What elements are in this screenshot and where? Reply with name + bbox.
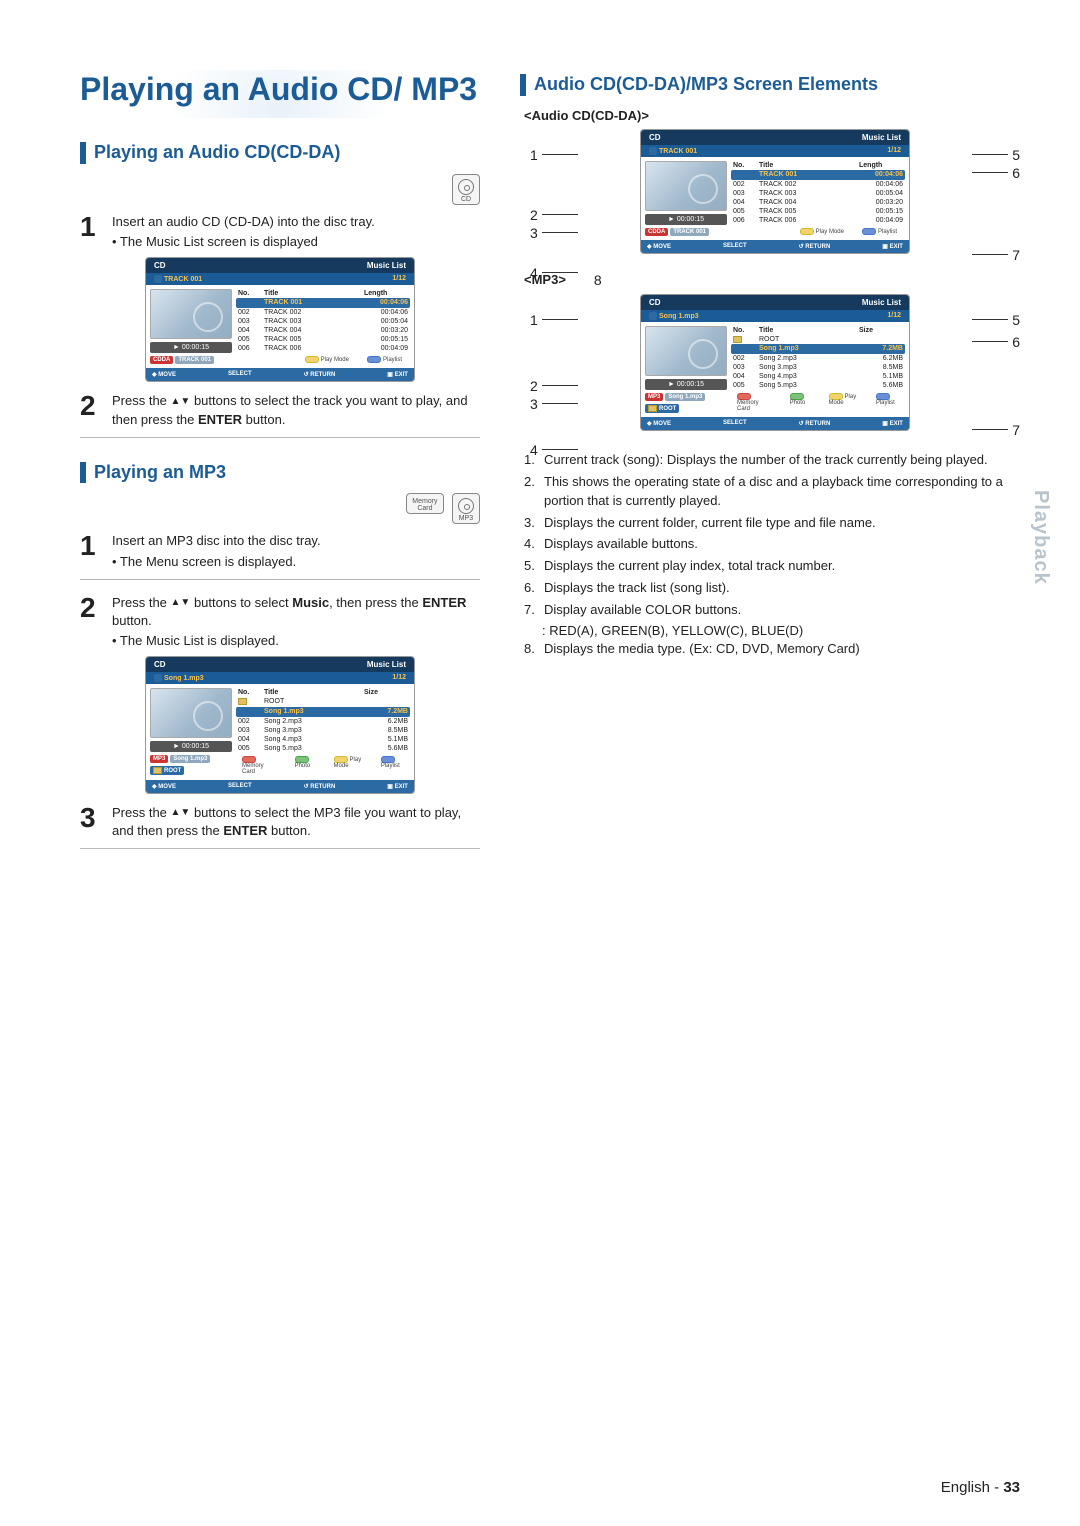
- type-tag: MP3: [150, 755, 168, 763]
- step-text: Insert an MP3 disc into the disc tray.: [112, 532, 321, 550]
- anno-num: 7: [1012, 247, 1020, 263]
- play-time: ► 00:00:15: [150, 342, 232, 353]
- anno-num: 6: [1012, 165, 1020, 181]
- anno-num: 8: [594, 272, 602, 288]
- step-number: 2: [80, 392, 102, 428]
- step-number: 2: [80, 594, 102, 651]
- section-heading-cdda: Playing an Audio CD(CD-DA): [80, 142, 480, 164]
- panel-header-left: CD: [154, 261, 166, 270]
- anno-num: 1: [530, 147, 538, 163]
- anno-num: 4: [530, 265, 538, 281]
- step-text: Insert an audio CD (CD-DA) into the disc…: [112, 213, 375, 231]
- list-item[interactable]: 004TRACK 00400:03:20: [238, 326, 408, 335]
- track-tag: TRACK 001: [175, 356, 214, 364]
- section-heading-elements: Audio CD(CD-DA)/MP3 Screen Elements: [520, 74, 1030, 96]
- list-item[interactable]: Song 1.mp37.2MB: [236, 707, 410, 717]
- panel-header-left: CD: [154, 660, 166, 669]
- music-list-panel-mp3: CD Music List Song 1.mp3 1/12 ► 00:00:15…: [145, 656, 415, 793]
- music-list-panel-cd: CD Music List TRACK 001 1/12 ► 00:00:15 …: [145, 257, 415, 382]
- list-item[interactable]: ROOT: [238, 697, 408, 706]
- anno-num: 3: [530, 225, 538, 241]
- foot-return: ↺ RETURN: [304, 371, 336, 378]
- list-item[interactable]: 006TRACK 00600:04:09: [238, 344, 408, 353]
- subheading-audio-cd: <Audio CD(CD-DA)>: [524, 108, 1030, 123]
- anno-num: 2: [530, 207, 538, 223]
- album-thumb: [150, 688, 232, 738]
- divider: [80, 437, 480, 438]
- element-descriptions: 1.Current track (song): Displays the num…: [520, 451, 1030, 620]
- list-item[interactable]: 003Song 3.mp38.5MB: [238, 726, 408, 735]
- memory-card-icon: Memory Card: [406, 493, 443, 514]
- track-tag: Song 1.mp3: [170, 755, 210, 763]
- annotated-panel-mp3: 1 2 3 4 5 6 7 CDMusic List Song 1.mp31/1…: [520, 294, 1030, 431]
- note-icon: [154, 275, 162, 283]
- step-sub: • The Menu screen is displayed.: [112, 553, 321, 571]
- root-tag: ROOT: [150, 766, 184, 775]
- disc-icon: MP3: [452, 493, 480, 524]
- type-tag: CDDA: [150, 356, 173, 364]
- panel-header-right: Music List: [367, 261, 406, 270]
- step-sub: • The Music List is displayed.: [112, 632, 480, 650]
- section-heading-mp3: Playing an MP3: [80, 462, 480, 484]
- play-time: ► 00:00:15: [150, 741, 232, 752]
- list-item[interactable]: 002TRACK 00200:04:06: [238, 308, 408, 317]
- list-item[interactable]: 003TRACK 00300:05:04: [238, 317, 408, 326]
- step-text: Press the ▲▼ buttons to select the track…: [112, 392, 480, 428]
- step-text: Press the ▲▼ buttons to select Music, th…: [112, 594, 480, 630]
- foot-move: ◆ MOVE: [152, 371, 176, 378]
- step-number: 1: [80, 532, 102, 570]
- album-thumb: [150, 289, 232, 339]
- description-sub: : RED(A), GREEN(B), YELLOW(C), BLUE(D): [520, 623, 1030, 638]
- foot-select: SELECT: [228, 371, 252, 378]
- side-tab: Playback: [1029, 490, 1052, 585]
- page-footer: English - 33: [941, 1479, 1020, 1496]
- subheading-mp3: <MP3> 8: [524, 272, 1030, 288]
- step-text: Press the ▲▼ buttons to select the MP3 f…: [112, 804, 480, 840]
- step-number: 3: [80, 804, 102, 840]
- list-item[interactable]: 004Song 4.mp35.1MB: [238, 735, 408, 744]
- page-title: Playing an Audio CD/ MP3: [80, 70, 480, 118]
- panel-header-right: Music List: [367, 660, 406, 669]
- list-item[interactable]: TRACK 00100:04:06: [236, 298, 410, 308]
- list-item[interactable]: 005TRACK 00500:05:15: [238, 335, 408, 344]
- list-item[interactable]: 005Song 5.mp35.6MB: [238, 744, 408, 753]
- annotated-panel-cd: 1 2 3 4 5 6 7 CDMusic List TRACK 0011/12…: [520, 129, 1030, 254]
- anno-num: 5: [1012, 147, 1020, 163]
- step-number: 1: [80, 213, 102, 251]
- foot-exit: ▣ EXIT: [387, 371, 408, 378]
- step-sub: • The Music List screen is displayed: [112, 233, 375, 251]
- disc-icon: CD: [452, 174, 480, 205]
- list-item[interactable]: 002Song 2.mp36.2MB: [238, 717, 408, 726]
